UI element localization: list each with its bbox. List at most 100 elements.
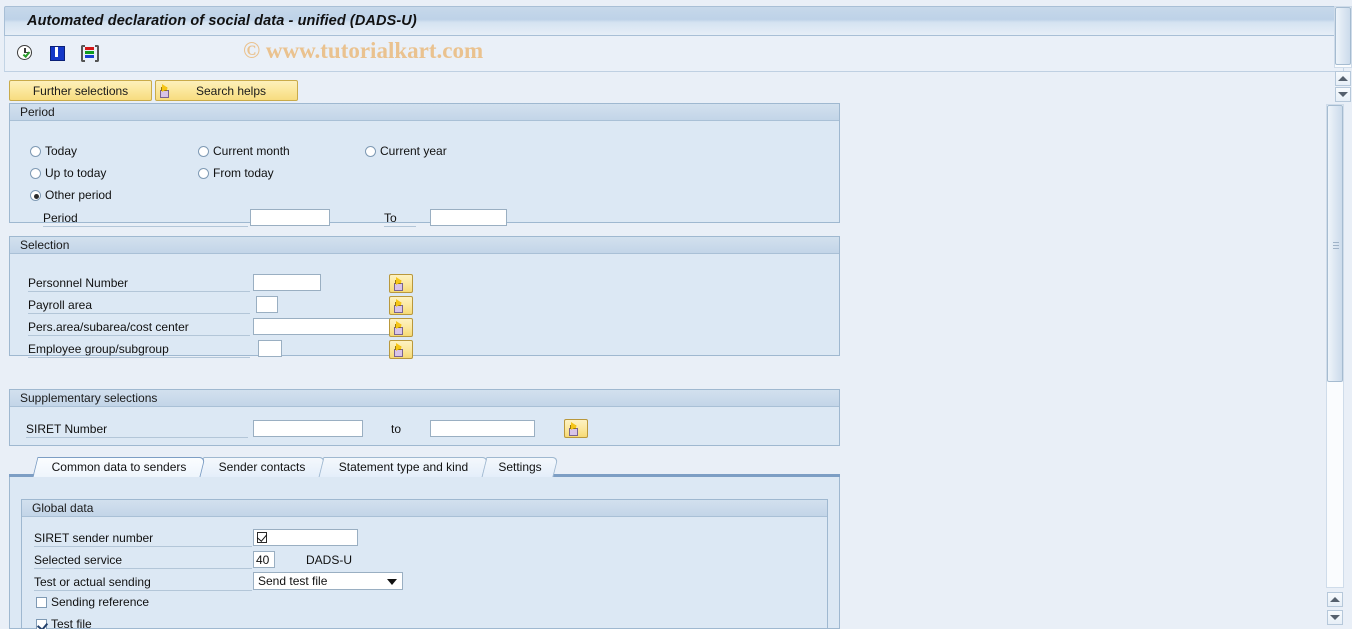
triangle-down-icon	[1338, 92, 1348, 97]
page-title: Automated declaration of social data - u…	[27, 13, 417, 29]
pers-area-subarea-cost-center-label: Pers.area/subarea/cost center	[28, 320, 250, 336]
radio-from-today[interactable]	[198, 168, 209, 179]
checked-box-glyph-icon	[257, 532, 267, 543]
payroll-area-multi-select-button[interactable]	[389, 296, 413, 315]
personnel-number-multi-select-button[interactable]	[389, 274, 413, 293]
test-or-actual-sending-value: Send test file	[258, 574, 328, 588]
outer-scrollbar-track[interactable]	[1334, 6, 1352, 68]
scrollbar-grip	[1333, 242, 1339, 243]
sending-reference-checkbox[interactable]	[36, 597, 47, 608]
tab-statement-type-and-kind[interactable]: Statement type and kind	[318, 457, 489, 477]
action-button-row: Further selections Search helps	[9, 80, 298, 101]
selection-panel: Selection Personnel Number Payroll area …	[9, 236, 840, 359]
supplementary-panel-header: Supplementary selections	[10, 390, 839, 407]
tab-common-data-to-senders[interactable]: Common data to senders	[32, 457, 206, 477]
pers-area-subarea-cost-center-input[interactable]	[253, 318, 394, 335]
radio-today[interactable]	[30, 146, 41, 157]
execute-clock-icon[interactable]	[16, 44, 37, 64]
test-or-actual-sending-dropdown[interactable]: Send test file	[253, 572, 403, 590]
radio-other-period-label: Other period	[45, 188, 112, 202]
payroll-area-input[interactable]	[256, 296, 278, 313]
radio-other-period[interactable]	[30, 190, 41, 201]
multi-select-arrow-icon	[393, 320, 409, 335]
multi-select-arrow-icon	[393, 342, 409, 357]
period-panel: Period Today Current month Current year …	[9, 103, 840, 227]
payroll-area-label: Payroll area	[28, 298, 250, 314]
period-panel-header: Period	[10, 104, 839, 121]
siret-number-label: SIRET Number	[26, 422, 248, 438]
period-field-label: Period	[43, 211, 248, 227]
search-helps-button[interactable]: Search helps	[155, 80, 298, 101]
outer-scrollbar-thumb[interactable]	[1335, 7, 1351, 65]
personnel-number-label: Personnel Number	[28, 276, 250, 292]
watermark-text: © www.tutorialkart.com	[243, 38, 484, 63]
employee-group-subgroup-input[interactable]	[258, 340, 282, 357]
period-to-label: To	[384, 211, 416, 227]
tab-settings[interactable]: Settings	[481, 457, 559, 477]
radio-current-month-label: Current month	[213, 144, 290, 158]
selected-service-text: DADS-U	[306, 553, 353, 567]
supplementary-panel-body: SIRET Number to	[10, 407, 839, 445]
inner-scrollbar-thumb[interactable]	[1327, 105, 1343, 382]
test-or-actual-sending-label: Test or actual sending	[34, 575, 252, 591]
selected-service-label: Selected service	[34, 553, 252, 569]
radio-current-year[interactable]	[365, 146, 376, 157]
employee-group-multi-select-button[interactable]	[389, 340, 413, 359]
selected-service-input[interactable]	[253, 551, 275, 568]
pers-area-multi-select-button[interactable]	[389, 318, 413, 337]
siret-to-label: to	[391, 422, 402, 436]
outer-scroll-up-button[interactable]	[1335, 71, 1351, 86]
radio-current-year-label: Current year	[380, 144, 447, 158]
multi-select-arrow-icon	[393, 298, 409, 313]
period-panel-body: Today Current month Current year Up to t…	[10, 121, 839, 227]
supplementary-selections-panel: Supplementary selections SIRET Number to	[9, 389, 840, 446]
color-bars-icon[interactable]	[80, 44, 101, 64]
chevron-down-icon	[387, 579, 397, 585]
tab-label: Statement type and kind	[338, 460, 469, 474]
tab-label: Sender contacts	[218, 460, 306, 474]
application-toolbar	[4, 36, 1344, 72]
tab-label: Common data to senders	[51, 460, 187, 474]
personnel-number-input[interactable]	[253, 274, 321, 291]
outer-scroll-down-button[interactable]	[1335, 87, 1351, 102]
employee-group-subgroup-label: Employee group/subgroup	[28, 342, 250, 358]
period-from-input[interactable]	[250, 209, 330, 226]
selection-panel-header: Selection	[10, 237, 839, 254]
scrollbar-grip	[1333, 248, 1339, 249]
tab-label: Settings	[498, 460, 542, 474]
period-to-input[interactable]	[430, 209, 507, 226]
multi-select-arrow-icon	[160, 83, 175, 98]
info-icon[interactable]	[48, 44, 69, 64]
siret-sender-number-input[interactable]	[253, 529, 358, 546]
sap-application-window: Automated declaration of social data - u…	[0, 0, 1352, 629]
scrollbar-grip	[1333, 245, 1339, 246]
radio-today-label: Today	[45, 144, 78, 158]
test-file-label: Test file	[51, 617, 92, 629]
search-helps-label: Search helps	[195, 83, 267, 98]
siret-number-to-input[interactable]	[430, 420, 535, 437]
radio-up-to-today[interactable]	[30, 168, 41, 179]
global-data-panel-body: SIRET sender number Selected service DAD…	[22, 517, 827, 629]
triangle-up-icon	[1330, 597, 1340, 602]
inner-scroll-down-button[interactable]	[1327, 610, 1343, 625]
tab-strip: Common data to senders Sender contacts S…	[9, 457, 840, 477]
radio-up-to-today-label: Up to today	[45, 166, 107, 180]
global-data-panel-header: Global data	[22, 500, 827, 517]
triangle-down-icon	[1330, 615, 1340, 620]
radio-current-month[interactable]	[198, 146, 209, 157]
test-file-checkbox[interactable]	[36, 619, 47, 629]
triangle-up-icon	[1338, 76, 1348, 81]
inner-scroll-up-button[interactable]	[1327, 592, 1343, 607]
multi-select-arrow-icon	[393, 276, 409, 291]
siret-sender-number-label: SIRET sender number	[34, 531, 252, 547]
radio-from-today-label: From today	[213, 166, 274, 180]
siret-multi-select-button[interactable]	[564, 419, 588, 438]
further-selections-button[interactable]: Further selections	[9, 80, 152, 101]
tab-sender-contacts[interactable]: Sender contacts	[198, 457, 326, 477]
tab-content-panel: Global data SIRET sender number Selected…	[9, 477, 840, 629]
siret-number-from-input[interactable]	[253, 420, 363, 437]
sending-reference-label: Sending reference	[51, 595, 150, 609]
global-data-panel: Global data SIRET sender number Selected…	[21, 499, 828, 629]
selection-panel-body: Personnel Number Payroll area Pers.area/…	[10, 254, 839, 359]
inner-scrollbar-track[interactable]	[1326, 104, 1344, 588]
